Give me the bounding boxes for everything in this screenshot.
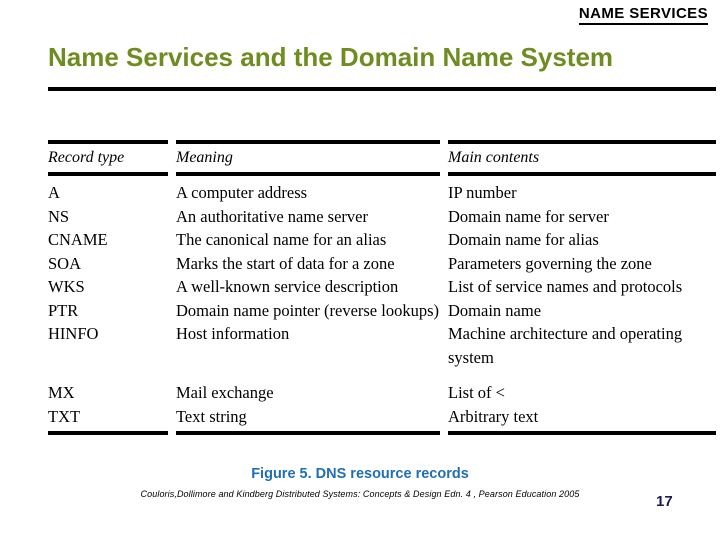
cell-meaning: Mail exchange <box>176 383 274 402</box>
cell-main-contents: Domain name <box>448 300 542 320</box>
cell-record-type: SOA <box>48 253 82 273</box>
cell-meaning: A well-known service description <box>176 277 399 296</box>
cell-main-contents: List of < <box>448 383 505 402</box>
cell-record-type: PTR <box>48 300 79 320</box>
table-header-row: Record type Meaning Main contents <box>48 144 716 172</box>
page-title: Name Services and the Domain Name System <box>48 42 614 72</box>
source-attribution: Couloris,Dollimore and Kindberg Distribu… <box>140 489 580 499</box>
cell-main-contents: List of service names and protocols <box>448 277 683 296</box>
rule-gap <box>168 172 176 176</box>
rule-gap <box>440 172 448 176</box>
rule-gap <box>440 140 448 144</box>
cell-record-type: MX <box>48 383 75 402</box>
rule-segment <box>176 140 440 144</box>
table-rule-bottom <box>48 431 716 435</box>
rule-segment <box>448 431 716 435</box>
cell-meaning: An authoritative name server <box>176 206 368 226</box>
rule-segment <box>448 140 716 144</box>
column-header-meaning: Meaning <box>176 149 233 166</box>
cell-main-contents: Machine architecture and operating syste… <box>448 324 683 367</box>
table-body: A A computer address IP number NS An aut… <box>48 176 716 431</box>
rule-segment <box>176 431 440 435</box>
table-row: SOA Marks the start of data for a zone P… <box>48 252 716 276</box>
rule-gap <box>168 140 176 144</box>
slide-header: NAME SERVICES <box>0 5 708 25</box>
cell-record-type: HINFO <box>48 324 99 343</box>
cell-meaning: Domain name pointer (reverse lookups) <box>176 300 440 320</box>
dns-resource-records-table: Record type Meaning Main contents A A co… <box>48 140 716 435</box>
cell-meaning: Text string <box>176 406 247 426</box>
rule-gap <box>168 431 176 435</box>
table-rule-header <box>48 172 716 176</box>
table-rule-top <box>48 140 716 144</box>
table-row: NS An authoritative name server Domain n… <box>48 205 716 229</box>
rule-segment <box>48 140 168 144</box>
rule-gap <box>440 431 448 435</box>
cell-record-type: WKS <box>48 277 85 296</box>
rule-segment <box>48 431 168 435</box>
cell-meaning: A computer address <box>176 183 308 202</box>
table-row: A A computer address IP number <box>48 181 716 205</box>
cell-main-contents: Domain name for alias <box>448 230 599 249</box>
cell-main-contents: Arbitrary text <box>448 406 539 426</box>
row-spacer <box>48 369 716 381</box>
table-row: TXT Text string Arbitrary text <box>48 405 716 429</box>
column-header-record-type: Record type <box>48 149 125 166</box>
cell-meaning: Marks the start of data for a zone <box>176 253 395 273</box>
cell-meaning: Host information <box>176 324 290 343</box>
cell-record-type: A <box>48 183 60 202</box>
table-row: MX Mail exchange List of < <box>48 381 716 405</box>
rule-segment <box>48 172 168 176</box>
cell-record-type: CNAME <box>48 230 108 249</box>
slide-header-title: NAME SERVICES <box>578 5 708 25</box>
table-row: HINFO Host information Machine architect… <box>48 322 716 369</box>
page-number: 17 <box>656 493 673 510</box>
cell-main-contents: IP number <box>448 183 517 202</box>
cell-main-contents: Parameters governing the zone <box>448 253 652 273</box>
cell-meaning: The canonical name for an alias <box>176 230 387 249</box>
table-row: PTR Domain name pointer (reverse lookups… <box>48 299 716 323</box>
title-divider <box>48 87 716 91</box>
table-row: WKS A well-known service description Lis… <box>48 275 716 299</box>
rule-segment <box>176 172 440 176</box>
cell-record-type: TXT <box>48 406 81 426</box>
cell-record-type: NS <box>48 206 70 226</box>
column-header-main-contents: Main contents <box>448 149 540 166</box>
cell-main-contents: Domain name for server <box>448 206 609 226</box>
rule-segment <box>448 172 716 176</box>
figure-caption: Figure 5. DNS resource records <box>251 466 469 482</box>
table-row: CNAME The canonical name for an alias Do… <box>48 228 716 252</box>
